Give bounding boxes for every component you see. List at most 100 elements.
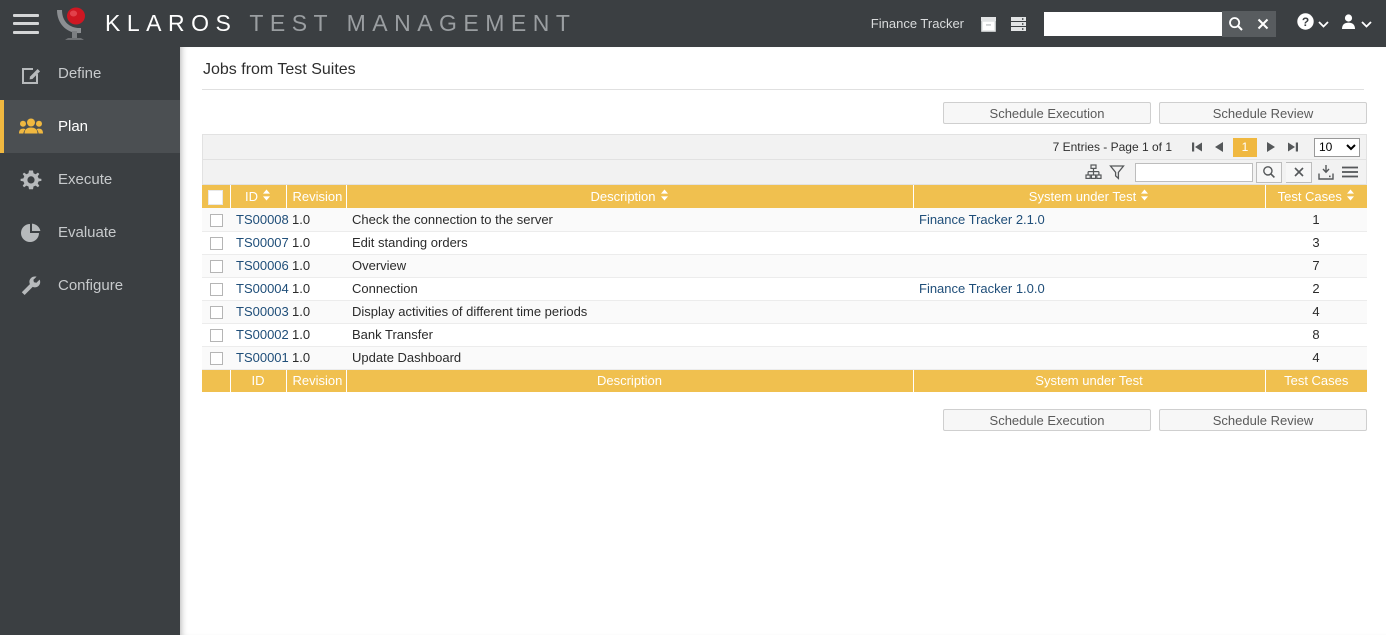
previous-page-icon[interactable] [1208, 137, 1230, 157]
test-suite-link[interactable]: TS00004 [236, 281, 289, 296]
table-footer: ID Revision Description System under Tes… [202, 369, 1367, 392]
table-row[interactable]: TS00002 1.0 Bank Transfer 8 [202, 323, 1367, 347]
table-filter-input[interactable] [1135, 162, 1253, 182]
table-row[interactable]: TS00001 1.0 Update Dashboard 4 [202, 346, 1367, 370]
cell-test-cases: 3 [1265, 231, 1367, 255]
next-page-icon[interactable] [1260, 137, 1282, 157]
cell-id: TS00001 [230, 346, 289, 370]
help-menu[interactable]: ? [1296, 12, 1329, 36]
table-row[interactable]: TS00008 1.0 Check the connection to the se… [202, 208, 1367, 232]
list-menu-icon[interactable] [1340, 162, 1360, 182]
brand-subtitle: TEST MANAGEMENT [249, 10, 577, 36]
global-search-clear-button[interactable] [1249, 10, 1276, 37]
global-search-button[interactable] [1222, 10, 1249, 37]
table-row[interactable]: TS00004 1.0 Connection Finance Tracker 1.0.… [202, 277, 1367, 301]
schedule-execution-button-bottom[interactable]: Schedule Execution [943, 409, 1151, 431]
system-under-test-link[interactable]: Finance Tracker 2.1.0 [919, 212, 1045, 227]
sidebar-item-plan[interactable]: Plan [0, 100, 180, 153]
cell-revision: 1.0 [286, 254, 346, 278]
row-select-cell [202, 208, 230, 232]
main-content: Jobs from Test Suites Schedule Execution… [180, 47, 1386, 635]
brand-name: KLAROS [105, 10, 238, 36]
column-header-system-under-test[interactable]: System under Test [913, 185, 1266, 208]
top-bar-right: Finance Tracker ? [870, 10, 1386, 37]
row-checkbox[interactable] [209, 260, 223, 274]
sidebar-item-evaluate[interactable]: Evaluate [0, 206, 180, 259]
table-row[interactable]: TS00003 1.0 Display activities of differen… [202, 300, 1367, 324]
user-menu[interactable] [1339, 12, 1372, 36]
test-suite-link[interactable]: TS00002 [236, 327, 289, 342]
cell-id: TS00008 [230, 208, 289, 232]
footer-cell-check [202, 369, 231, 392]
cell-description: Update Dashboard [346, 346, 913, 370]
table-search-button[interactable] [1256, 161, 1282, 183]
global-search-input[interactable] [1044, 11, 1222, 36]
table-row[interactable]: TS00006 1.0 Overview 7 [202, 254, 1367, 278]
sidebar-item-execute[interactable]: Execute [0, 153, 180, 206]
column-header-revision[interactable]: Revision [286, 185, 347, 208]
top-action-buttons: Schedule Execution Schedule Review [180, 90, 1386, 124]
row-checkbox[interactable] [209, 352, 223, 366]
table-header-row: ID Revision Description System under Tes… [202, 185, 1367, 208]
sidebar-item-label: Plan [58, 118, 89, 135]
schedule-review-button-bottom[interactable]: Schedule Review [1159, 409, 1367, 431]
table-clear-filter-button[interactable] [1286, 161, 1312, 183]
rows-per-page-select[interactable]: 102050100 [1314, 137, 1360, 157]
row-checkbox[interactable] [209, 213, 223, 227]
users-icon [18, 114, 44, 140]
last-page-icon[interactable] [1282, 137, 1304, 157]
cell-description: Connection [346, 277, 913, 301]
system-under-test-link[interactable]: Finance Tracker 1.0.0 [919, 281, 1045, 296]
cell-system-under-test [913, 346, 1265, 370]
test-suite-link[interactable]: TS00001 [236, 350, 289, 365]
archive-box-icon[interactable] [976, 12, 1000, 36]
test-suites-table-container: 7 Entries - Page 1 of 1 1 102050100 [202, 134, 1367, 392]
sidebar-item-define[interactable]: Define [0, 47, 180, 100]
select-all-header [202, 185, 231, 208]
top-bar: KLAROS TEST MANAGEMENT Finance Tracker ? [0, 0, 1386, 47]
row-checkbox[interactable] [209, 329, 223, 343]
cell-revision: 1.0 [286, 323, 346, 347]
table-body: TS00008 1.0 Check the connection to the se… [202, 208, 1367, 370]
hamburger-icon[interactable] [13, 13, 39, 34]
footer-cell-revision: Revision [286, 369, 347, 392]
row-checkbox[interactable] [209, 237, 223, 251]
table-row[interactable]: TS00007 1.0 Edit standing orders 3 [202, 231, 1367, 255]
schedule-review-button-top[interactable]: Schedule Review [1159, 102, 1367, 124]
cell-revision: 1.0 [286, 346, 346, 370]
current-project-label: Finance Tracker [870, 16, 964, 31]
filter-funnel-icon[interactable] [1107, 162, 1127, 182]
wrench-icon [18, 273, 44, 299]
test-suite-link[interactable]: TS00006 [236, 258, 289, 273]
bottom-action-buttons: Schedule Execution Schedule Review [180, 392, 1386, 431]
sidebar-item-configure[interactable]: Configure [0, 259, 180, 312]
row-checkbox[interactable] [209, 283, 223, 297]
cell-system-under-test [913, 254, 1265, 278]
current-page-button[interactable]: 1 [1233, 137, 1257, 157]
test-suite-link[interactable]: TS00003 [236, 304, 289, 319]
cell-description: Edit standing orders [346, 231, 913, 255]
server-stack-icon[interactable] [1006, 12, 1030, 36]
column-header-description[interactable]: Description [346, 185, 914, 208]
sort-arrows-icon [1140, 189, 1149, 204]
select-all-checkbox[interactable] [208, 189, 224, 205]
schedule-execution-button-top[interactable]: Schedule Execution [943, 102, 1151, 124]
sidebar: Define Plan Execute Evaluate Configure [0, 47, 180, 635]
sidebar-item-label: Execute [58, 171, 113, 188]
row-select-cell [202, 277, 230, 301]
download-tray-icon[interactable] [1316, 162, 1336, 182]
column-header-label: ID [245, 189, 258, 204]
row-checkbox[interactable] [209, 306, 223, 320]
row-select-cell [202, 231, 230, 255]
cell-system-under-test [913, 231, 1265, 255]
footer-cell-description: Description [346, 369, 914, 392]
first-page-icon[interactable] [1186, 137, 1208, 157]
sitemap-icon[interactable] [1083, 162, 1103, 182]
column-header-test-cases[interactable]: Test Cases [1265, 185, 1367, 208]
test-suite-link[interactable]: TS00007 [236, 235, 289, 250]
cell-id: TS00004 [230, 277, 289, 301]
sort-arrows-icon [262, 189, 271, 204]
column-header-id[interactable]: ID [230, 185, 287, 208]
test-suite-link[interactable]: TS00008 [236, 212, 289, 227]
table-tools-toolbar [202, 160, 1367, 185]
